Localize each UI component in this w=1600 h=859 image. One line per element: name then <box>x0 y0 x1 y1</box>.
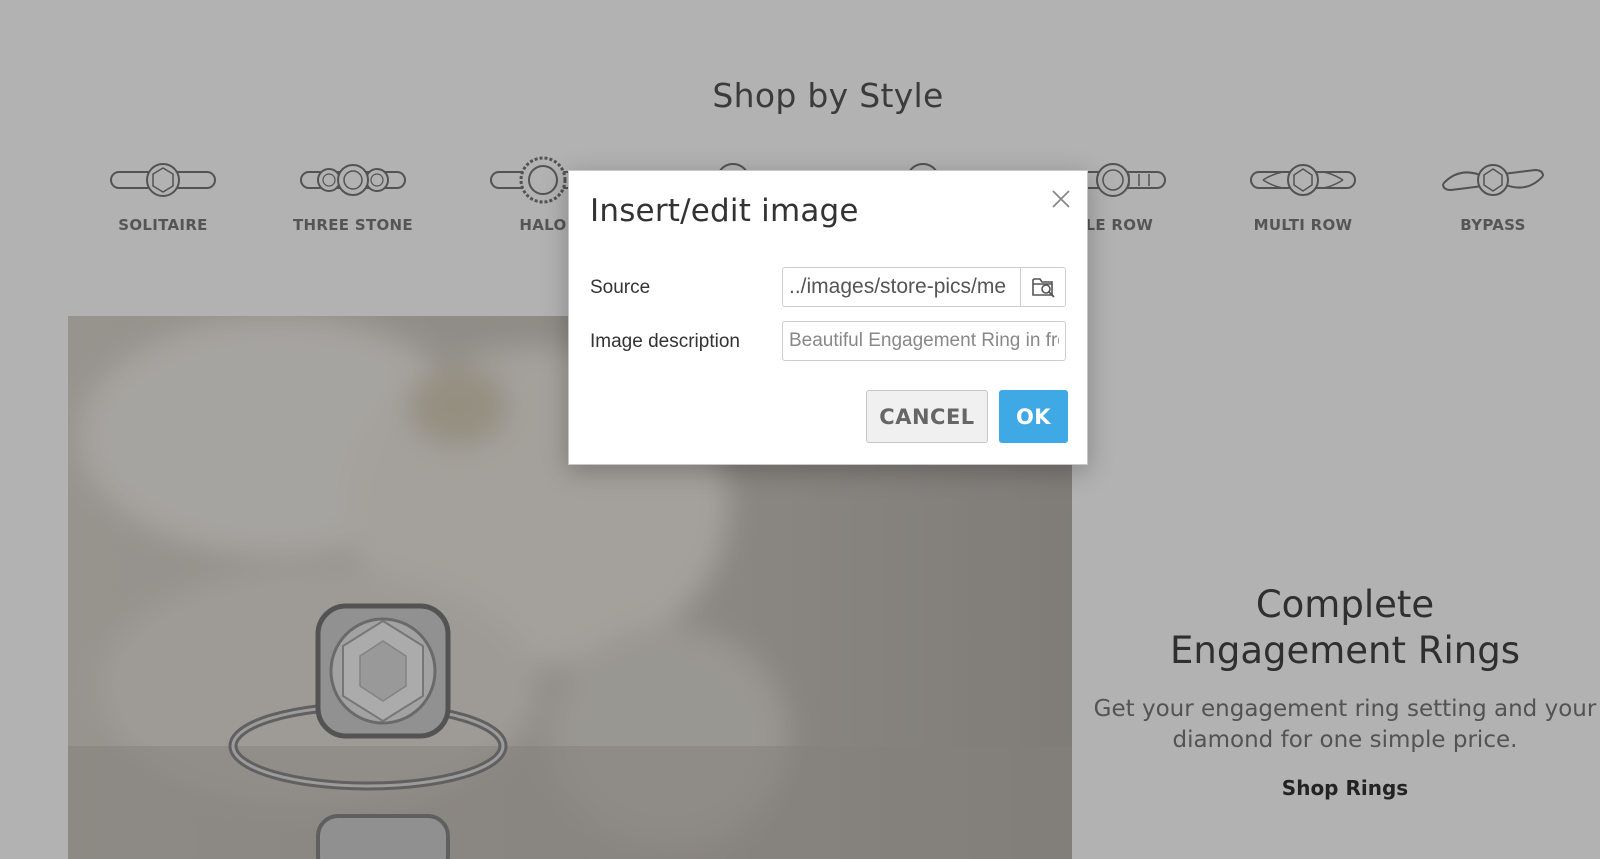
source-row: Source <box>590 267 1070 307</box>
close-icon <box>1052 190 1070 208</box>
browse-button[interactable] <box>1020 268 1065 306</box>
ok-button[interactable]: OK <box>999 390 1068 443</box>
source-field <box>782 267 1066 307</box>
insert-image-dialog: Insert/edit image Source Image descripti… <box>568 170 1088 465</box>
source-input[interactable] <box>783 268 1023 306</box>
cancel-button[interactable]: CANCEL <box>866 390 988 443</box>
source-label: Source <box>590 277 651 298</box>
folder-search-icon <box>1032 278 1055 298</box>
description-label: Image description <box>590 331 740 352</box>
description-input[interactable] <box>782 321 1066 361</box>
close-button[interactable] <box>1049 187 1073 211</box>
dialog-title: Insert/edit image <box>590 193 859 229</box>
description-row: Image description <box>590 321 1070 361</box>
